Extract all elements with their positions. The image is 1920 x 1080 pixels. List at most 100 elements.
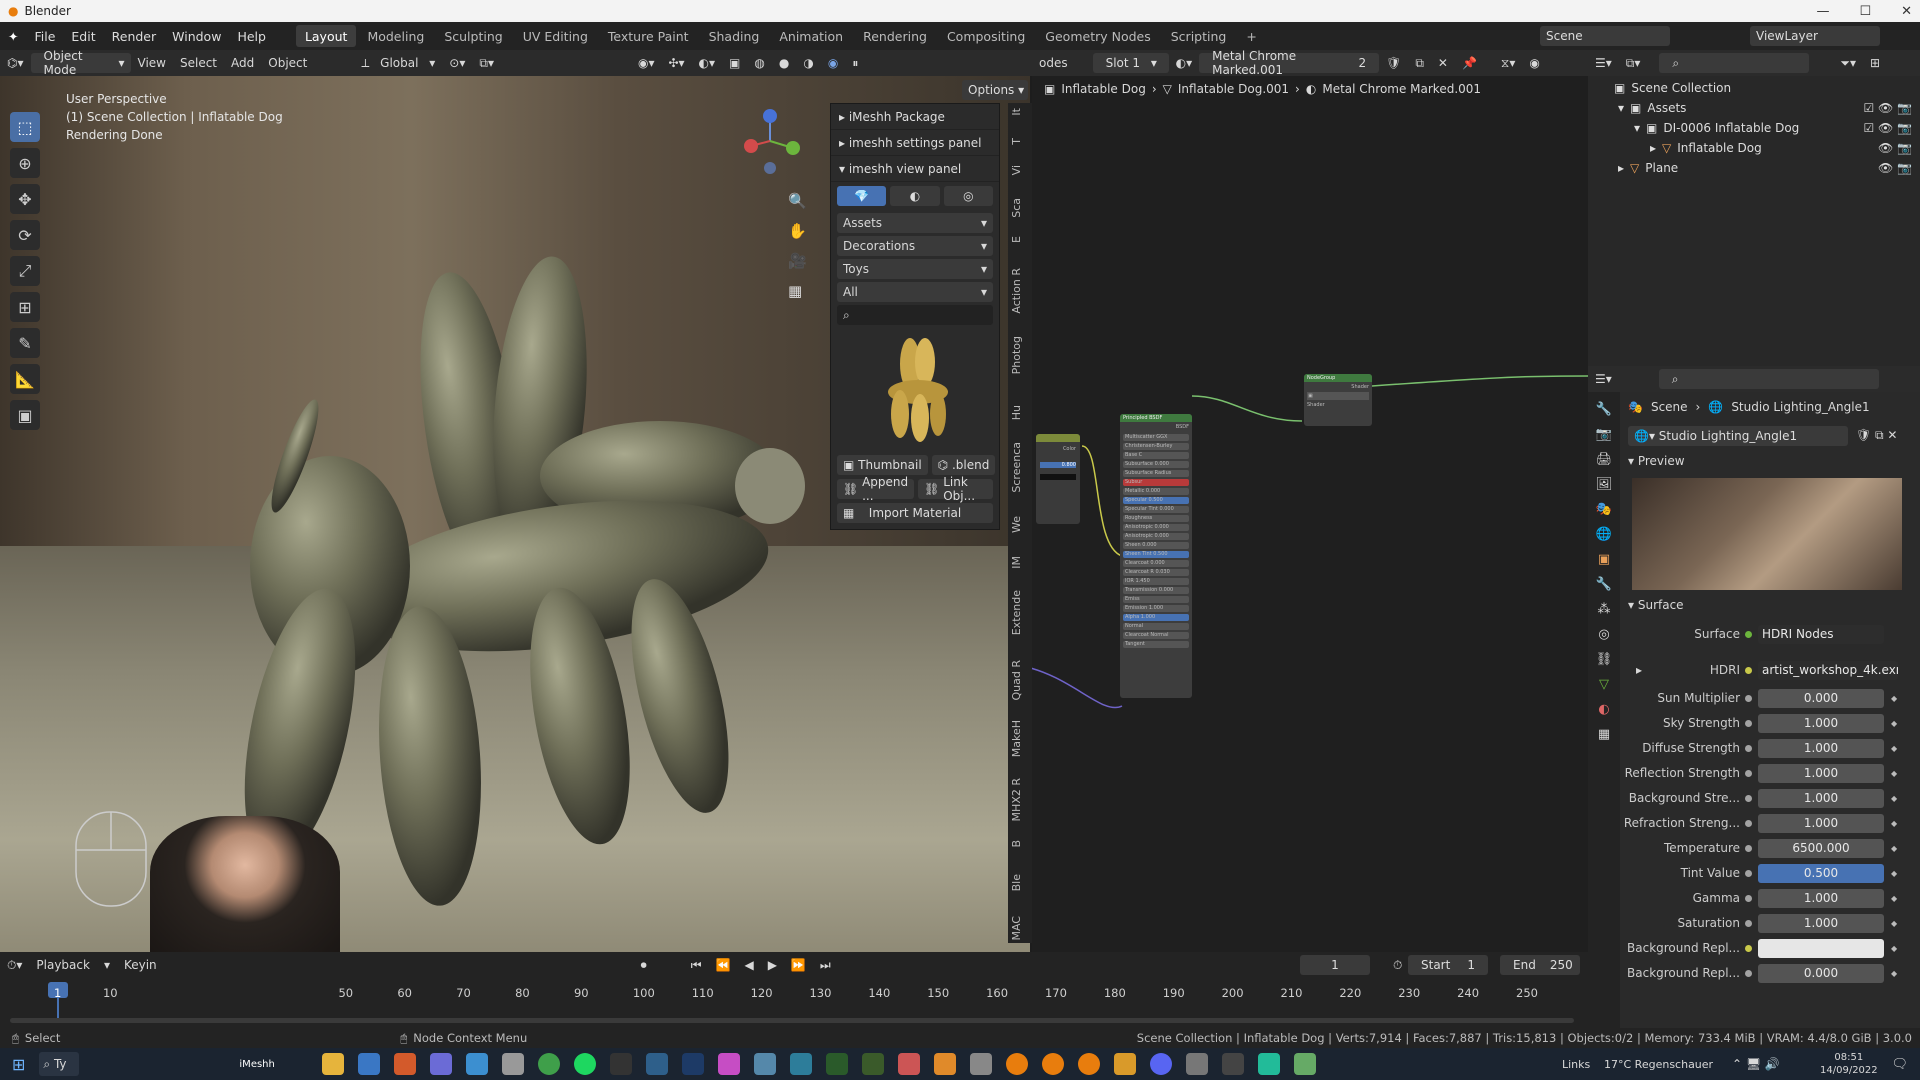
tab-layout[interactable]: Layout bbox=[295, 25, 357, 47]
world-tab-icon[interactable]: 🌐 bbox=[1596, 527, 1612, 542]
add-cube-icon[interactable]: ▣ bbox=[10, 400, 40, 430]
world-selector[interactable]: 🌐▾ Studio Lighting_Angle1 bbox=[1628, 426, 1848, 446]
app-icon-13[interactable] bbox=[933, 1053, 956, 1075]
tab-geometry-nodes[interactable]: Geometry Nodes bbox=[1036, 25, 1159, 47]
side-tab-vi[interactable]: Vi bbox=[1010, 165, 1032, 175]
panel-imeshh-view[interactable]: ▾ imeshh view panel bbox=[831, 156, 999, 182]
close-button[interactable]: ✕ bbox=[1901, 4, 1912, 19]
zoom-icon[interactable]: 🔍 bbox=[788, 192, 807, 210]
blender-taskbar-icon[interactable] bbox=[1005, 1053, 1028, 1075]
jump-start-icon[interactable]: ⏮ bbox=[684, 958, 709, 973]
principled-bsdf-node[interactable]: Principled BSDF BSDF Multiscatter GGX Chr… bbox=[1120, 414, 1192, 698]
mode-dropdown[interactable]: Object Mode ▾ bbox=[30, 49, 131, 77]
outliner-item-di-0006[interactable]: ▾ ▣ DI-0006 Inflatable Dog ☑ 👁 📷 bbox=[1588, 118, 1920, 138]
bsdf-input-row[interactable]: Sheen 0.000 bbox=[1123, 542, 1189, 549]
bsdf-input-row[interactable]: Metallic 0.000 bbox=[1123, 488, 1189, 495]
app-icon-10[interactable] bbox=[825, 1053, 848, 1075]
menu-file[interactable]: File bbox=[26, 29, 63, 44]
bsdf-input-row[interactable]: Specular Tint 0.000 bbox=[1123, 506, 1189, 513]
expand-icon[interactable]: ▸ bbox=[1636, 663, 1642, 677]
render-tab-icon[interactable]: 📷 bbox=[1596, 427, 1612, 442]
taskbar-weather[interactable]: 17°C Regenschauer bbox=[1604, 1058, 1713, 1071]
bsdf-input-row[interactable]: Multiscatter GGX bbox=[1123, 434, 1189, 441]
tab-scripting[interactable]: Scripting bbox=[1162, 25, 1236, 47]
snap-icon[interactable]: ⧉▾ bbox=[472, 56, 501, 71]
xray-icon[interactable]: ▣ bbox=[722, 56, 747, 70]
shading-material-icon[interactable]: ◑ bbox=[796, 56, 820, 70]
keyframe-dot-icon[interactable]: ◆ bbox=[1891, 694, 1897, 703]
keyframe-dot-icon[interactable]: ◆ bbox=[1891, 744, 1897, 753]
app-icon-12[interactable] bbox=[897, 1053, 920, 1075]
preview-panel-header[interactable]: ▾ Preview bbox=[1628, 454, 1685, 468]
side-tab-sca[interactable]: Sca bbox=[1010, 198, 1032, 218]
app-icon-2[interactable] bbox=[429, 1053, 452, 1075]
side-tab-mac[interactable]: MAC bbox=[1010, 916, 1032, 941]
view-layer-tab-icon[interactable]: 🖼 bbox=[1596, 477, 1613, 492]
app-icon-19[interactable] bbox=[1293, 1053, 1316, 1075]
scene-tab-icon[interactable]: 🎭 bbox=[1596, 502, 1612, 517]
asset-search-input[interactable]: ⌕ bbox=[837, 305, 993, 325]
tab-rendering[interactable]: Rendering bbox=[854, 25, 936, 47]
bsdf-input-row[interactable]: Subsurface Radius bbox=[1123, 470, 1189, 477]
bsdf-input-row[interactable]: IOR 1.450 bbox=[1123, 578, 1189, 585]
taskbar-links[interactable]: Links bbox=[1562, 1058, 1590, 1071]
timeline-scrollbar[interactable] bbox=[10, 1018, 1574, 1023]
filter-dropdown[interactable]: All ▾ bbox=[837, 282, 993, 302]
keyframe-dot-icon[interactable]: ◆ bbox=[1891, 794, 1897, 803]
property-value-field[interactable]: 1.000 bbox=[1758, 813, 1884, 833]
panel-imeshh-settings[interactable]: ▸ imeshh settings panel bbox=[831, 130, 999, 156]
assets-mode-icon[interactable]: 💎 bbox=[837, 186, 887, 206]
bsdf-input-row[interactable]: Roughness bbox=[1123, 515, 1189, 522]
properties-editor-icon[interactable]: ☰▾ bbox=[1588, 372, 1619, 386]
tab-modeling[interactable]: Modeling bbox=[358, 25, 433, 47]
menu-add[interactable]: Add bbox=[224, 56, 261, 70]
add-workspace-icon[interactable]: + bbox=[1237, 25, 1265, 47]
subcategory-dropdown[interactable]: Decorations ▾ bbox=[837, 236, 993, 256]
end-frame-field[interactable]: End 250 bbox=[1500, 955, 1580, 975]
unlink-icon[interactable]: ✕ bbox=[1431, 56, 1455, 70]
bsdf-input-row[interactable]: Clearcoat R 0.030 bbox=[1123, 569, 1189, 576]
color-node[interactable]: Color 0.800 bbox=[1036, 434, 1080, 524]
breadcrumb-material[interactable]: Metal Chrome Marked.001 bbox=[1322, 82, 1481, 96]
viewlayer-selector[interactable]: ViewLayer bbox=[1750, 26, 1880, 46]
property-value-field[interactable]: 0.000 bbox=[1758, 963, 1884, 983]
annotate-icon[interactable]: ✎ bbox=[10, 328, 40, 358]
slot-dropdown[interactable]: Slot 1 ▾ bbox=[1092, 53, 1169, 73]
side-tab-im[interactable]: IM bbox=[1010, 556, 1032, 569]
tab-compositing[interactable]: Compositing bbox=[938, 25, 1034, 47]
materials-mode-icon[interactable]: ◐ bbox=[890, 186, 940, 206]
jump-key-forward-icon[interactable]: ⏩ bbox=[784, 958, 813, 972]
node-editor[interactable]: ▣ Inflatable Dog › ▽ Inflatable Dog.001 … bbox=[1032, 76, 1588, 952]
hdri-value[interactable]: artist_workshop_4k.exr... bbox=[1758, 660, 1898, 680]
windows-start-icon[interactable]: ⊞ bbox=[12, 1055, 25, 1074]
tab-shading[interactable]: Shading bbox=[700, 25, 769, 47]
side-tab-hu[interactable]: Hu bbox=[1010, 405, 1032, 420]
visibility-eye-icon[interactable]: 👁 📷 bbox=[1878, 161, 1912, 175]
gizmo-icon[interactable]: ✣▾ bbox=[661, 56, 691, 70]
side-tab-screencast[interactable]: Screenca bbox=[1010, 442, 1032, 493]
taskbar-clock[interactable]: 08:51 14/09/2022 bbox=[1820, 1051, 1878, 1077]
current-frame-field[interactable]: 1 bbox=[1300, 955, 1370, 975]
play-reverse-icon[interactable]: ◀ bbox=[737, 958, 760, 972]
property-value-field[interactable]: 1.000 bbox=[1758, 788, 1884, 808]
move-icon[interactable]: ✥ bbox=[10, 184, 40, 214]
duplicate-icon[interactable]: ⧉ bbox=[1408, 56, 1431, 71]
app-icon-7[interactable] bbox=[717, 1053, 740, 1075]
keyframe-dot-icon[interactable]: ◆ bbox=[1891, 769, 1897, 778]
outliner-item-inflatable-dog[interactable]: ▸ ▽ Inflatable Dog 👁 📷 bbox=[1588, 138, 1920, 158]
tool-tab-icon[interactable]: 🔧 bbox=[1596, 402, 1612, 417]
side-tab-it[interactable]: It bbox=[1010, 108, 1032, 116]
import-material-button[interactable]: ▦ Import Material bbox=[837, 503, 993, 523]
overlay-icon[interactable]: ◐▾ bbox=[692, 56, 723, 70]
measure-icon[interactable]: 📐 bbox=[10, 364, 40, 394]
spotify-icon[interactable] bbox=[573, 1053, 596, 1075]
shading-solid-icon[interactable]: ● bbox=[772, 56, 796, 70]
editor-type-icon[interactable]: ⌬▾ bbox=[0, 56, 31, 70]
bsdf-input-row[interactable]: Tangent bbox=[1123, 641, 1189, 648]
outliner-editor-icon[interactable]: ☰▾ bbox=[1588, 56, 1619, 70]
transform-icon[interactable]: ⊞ bbox=[10, 292, 40, 322]
property-value-field[interactable]: 6500.000 bbox=[1758, 838, 1884, 858]
photoshop-icon[interactable] bbox=[681, 1053, 704, 1075]
keyframe-dot-icon[interactable]: ◆ bbox=[1891, 719, 1897, 728]
bsdf-input-row[interactable]: Anisotropic 0.000 bbox=[1123, 533, 1189, 540]
